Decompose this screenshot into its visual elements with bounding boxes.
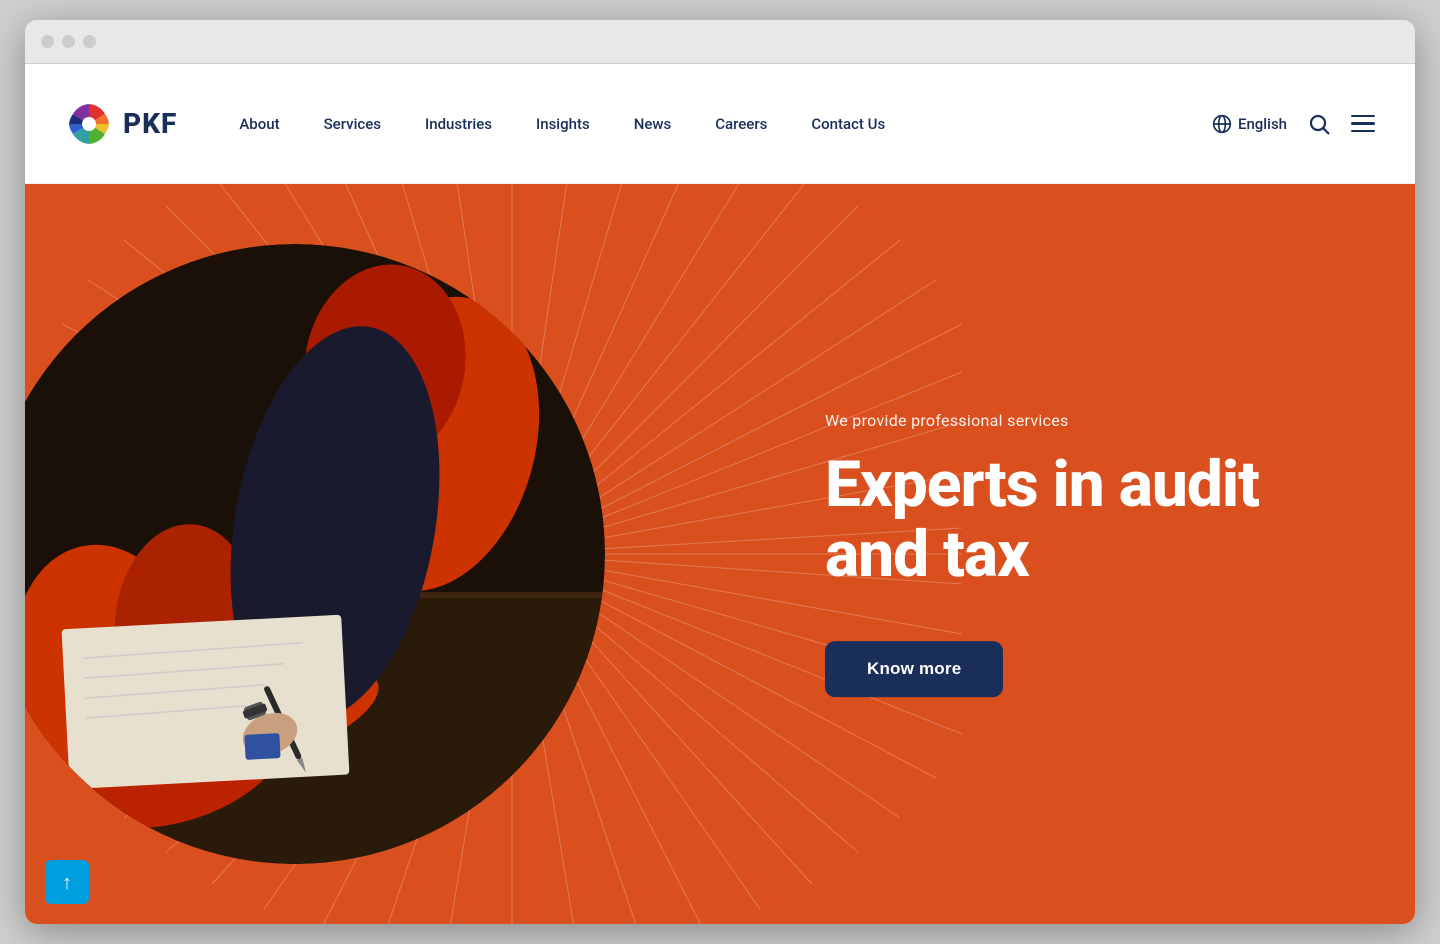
hero-image-circle	[25, 244, 605, 864]
hero-section: We provide professional services Experts…	[25, 184, 1415, 924]
pkf-logo-icon	[65, 100, 113, 148]
scroll-top-arrow-icon: ↑	[62, 870, 72, 895]
logo-link[interactable]: PKF	[65, 100, 177, 148]
nav-right: English	[1212, 112, 1375, 136]
language-selector[interactable]: English	[1212, 114, 1287, 134]
browser-window: PKF About Services Industries Insights N…	[25, 20, 1415, 924]
nav-menu: About Services Industries Insights News …	[217, 64, 907, 184]
nav-item-news[interactable]: News	[612, 64, 694, 184]
nav-item-industries[interactable]: Industries	[403, 64, 514, 184]
globe-icon	[1212, 114, 1232, 134]
maximize-dot[interactable]	[83, 35, 96, 48]
hero-subtitle: We provide professional services	[825, 411, 1375, 430]
hero-cta-button[interactable]: Know more	[825, 641, 1003, 697]
hero-image	[25, 244, 605, 864]
logo-text: PKF	[123, 107, 177, 140]
nav-item-careers[interactable]: Careers	[693, 64, 789, 184]
hamburger-menu-icon[interactable]	[1351, 112, 1375, 136]
hero-title: Experts in audit and tax	[825, 450, 1375, 591]
language-label: English	[1238, 115, 1287, 133]
site-wrapper: PKF About Services Industries Insights N…	[25, 64, 1415, 924]
nav-item-contact[interactable]: Contact Us	[789, 64, 907, 184]
nav-item-insights[interactable]: Insights	[514, 64, 612, 184]
browser-toolbar	[25, 20, 1415, 64]
nav-item-services[interactable]: Services	[302, 64, 403, 184]
main-nav: About Services Industries Insights News …	[217, 64, 907, 184]
menu-bar-2	[1351, 122, 1375, 125]
nav-item-about[interactable]: About	[217, 64, 301, 184]
hero-title-line1: Experts in audit	[825, 447, 1259, 522]
site-header: PKF About Services Industries Insights N…	[25, 64, 1415, 184]
hero-title-line2: and tax	[825, 518, 1029, 593]
menu-bar-1	[1351, 115, 1375, 118]
hero-text-block: We provide professional services Experts…	[825, 411, 1375, 697]
minimize-dot[interactable]	[62, 35, 75, 48]
close-dot[interactable]	[41, 35, 54, 48]
scroll-to-top-button[interactable]: ↑	[45, 860, 89, 904]
search-icon[interactable]	[1307, 112, 1331, 136]
menu-bar-3	[1351, 130, 1375, 133]
